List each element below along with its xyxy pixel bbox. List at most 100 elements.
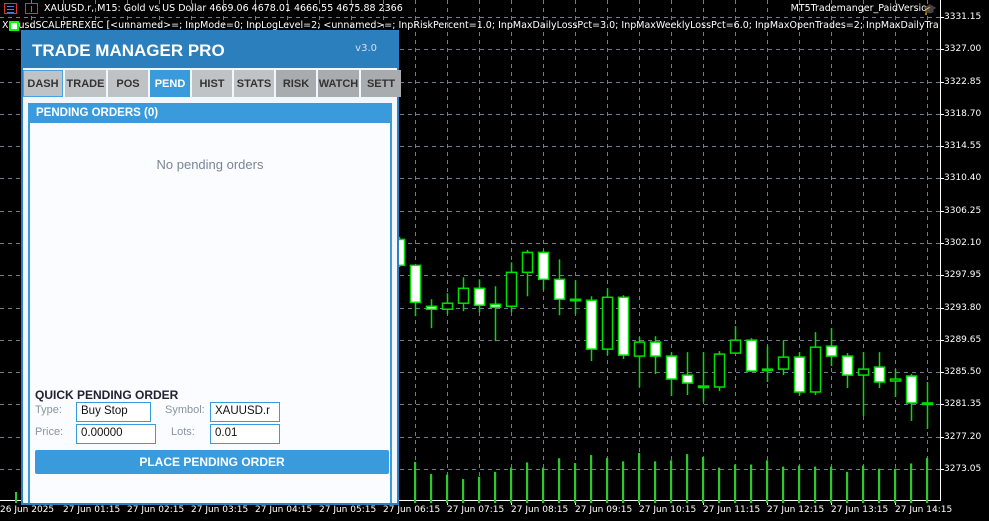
price-label: 3314.55 xyxy=(944,140,982,151)
volume-bar xyxy=(686,454,689,503)
candle-body xyxy=(697,385,710,389)
time-label: 27 Jun 12:15 xyxy=(767,505,825,515)
empty-state: No pending orders xyxy=(156,157,264,172)
tab-dash[interactable]: DASH xyxy=(23,70,63,97)
time-label: 27 Jun 01:15 xyxy=(63,505,121,515)
candle-body xyxy=(793,356,806,393)
tab-watch[interactable]: WATCH xyxy=(318,70,359,97)
candle-body xyxy=(841,355,854,376)
ea-name-label: MT5Trademanger_PaidVersion xyxy=(790,3,933,14)
time-label: 27 Jun 02:15 xyxy=(127,505,185,515)
quick-order-title: QUICK PENDING ORDER xyxy=(35,388,179,402)
volume-bar xyxy=(606,457,609,503)
symbol-info: XAUUSD.r, M15: Gold vs US Dollar 4669.06… xyxy=(44,3,403,14)
volume-bar xyxy=(510,467,513,503)
time-label: 27 Jun 13:15 xyxy=(831,505,889,515)
volume-bar xyxy=(622,461,625,503)
volume-bar xyxy=(894,468,897,503)
candle-body xyxy=(649,341,662,357)
graduation-cap-icon[interactable]: 🎓 xyxy=(923,3,937,16)
volume-bar xyxy=(830,466,833,503)
candle-body xyxy=(665,355,678,380)
tab-hist[interactable]: HIST xyxy=(192,70,232,97)
tab-stats[interactable]: STATS xyxy=(234,70,274,97)
tab-pos[interactable]: POS xyxy=(108,70,148,97)
time-label: 27 Jun 03:15 xyxy=(191,505,249,515)
candle-body xyxy=(489,303,502,309)
panel-version: v3.0 xyxy=(355,43,377,54)
candle-body xyxy=(537,251,550,281)
tab-risk[interactable]: RISK xyxy=(276,70,316,97)
candle-body xyxy=(713,353,726,388)
volume-bar xyxy=(590,455,593,503)
price-field[interactable]: 0.00000 xyxy=(76,424,156,444)
volume-bar xyxy=(526,462,529,503)
lots-field[interactable]: 0.01 xyxy=(210,424,280,444)
candle-body xyxy=(521,251,534,274)
volume-bar xyxy=(878,468,881,503)
type-label: Type: xyxy=(35,404,62,416)
volume-bar xyxy=(558,458,561,503)
volume-bar xyxy=(750,464,753,503)
volume-bar xyxy=(574,463,577,503)
volume-bar xyxy=(702,456,705,503)
price-label: 3281.35 xyxy=(944,398,982,409)
candle-body xyxy=(809,346,822,393)
candle-body xyxy=(889,378,902,382)
candle-body xyxy=(857,368,870,376)
time-label: 26 Jun 2025 xyxy=(0,505,55,515)
volume-bar xyxy=(15,492,17,503)
candle-body xyxy=(441,302,454,310)
price-label: 3293.80 xyxy=(944,302,982,313)
candle-body xyxy=(905,375,918,404)
price-label: 3297.95 xyxy=(944,269,982,280)
volume-bar xyxy=(782,466,785,503)
time-label: 27 Jun 08:15 xyxy=(511,505,569,515)
chart-settings-icon[interactable] xyxy=(25,3,38,14)
chart-toolbar-icons xyxy=(4,3,38,14)
price-label: 3277.20 xyxy=(944,431,982,442)
tab-pend[interactable]: PEND xyxy=(150,70,190,97)
price-label: 3331.15 xyxy=(944,11,982,22)
volume-bar xyxy=(542,467,545,503)
time-label: 27 Jun 05:15 xyxy=(319,505,377,515)
price-label: 3289.65 xyxy=(944,334,982,345)
symbol-label: Symbol: xyxy=(165,404,205,416)
candle-body xyxy=(409,264,422,304)
candle-body xyxy=(761,368,774,372)
price-label: 3322.85 xyxy=(944,76,982,87)
candle-body xyxy=(633,341,646,357)
candle-body xyxy=(921,402,934,406)
volume-bar xyxy=(926,458,929,503)
lots-label: Lots: xyxy=(171,426,195,438)
volume-bar xyxy=(910,463,913,503)
candle-body xyxy=(457,287,470,304)
volume-bar xyxy=(766,460,769,503)
market-watch-icon[interactable] xyxy=(4,3,17,14)
candle-body xyxy=(729,339,742,354)
time-label: 27 Jun 09:15 xyxy=(575,505,633,515)
tab-sett[interactable]: SETT xyxy=(361,70,401,97)
candle-body xyxy=(745,339,758,372)
volume-bar xyxy=(734,464,737,503)
tab-trade[interactable]: TRADE xyxy=(65,70,106,97)
order-type-field[interactable]: Buy Stop xyxy=(76,402,151,422)
candle-body xyxy=(585,299,598,350)
panel-title: TRADE MANAGER PRO xyxy=(32,41,225,60)
price-label: 3273.05 xyxy=(944,463,982,474)
candle-body xyxy=(601,296,614,350)
price-label: 3285.50 xyxy=(944,366,982,377)
panel-header[interactable]: TRADE MANAGER PRO v3.0 xyxy=(23,30,397,68)
candle-body xyxy=(473,287,486,306)
volume-bar xyxy=(814,466,817,503)
price-label: Price: xyxy=(35,426,64,438)
symbol-field[interactable]: XAUUSD.r xyxy=(210,402,280,422)
place-pending-order-button[interactable]: PLACE PENDING ORDER xyxy=(35,450,389,474)
candle-body xyxy=(425,305,438,310)
volume-bar xyxy=(846,471,849,503)
volume-bar xyxy=(462,479,465,503)
volume-bar xyxy=(446,474,449,503)
volume-bar xyxy=(862,465,865,503)
trade-manager-panel: TRADE MANAGER PRO v3.0 DASH TRADE POS PE… xyxy=(21,30,401,505)
time-label: 27 Jun 11:15 xyxy=(703,505,761,515)
